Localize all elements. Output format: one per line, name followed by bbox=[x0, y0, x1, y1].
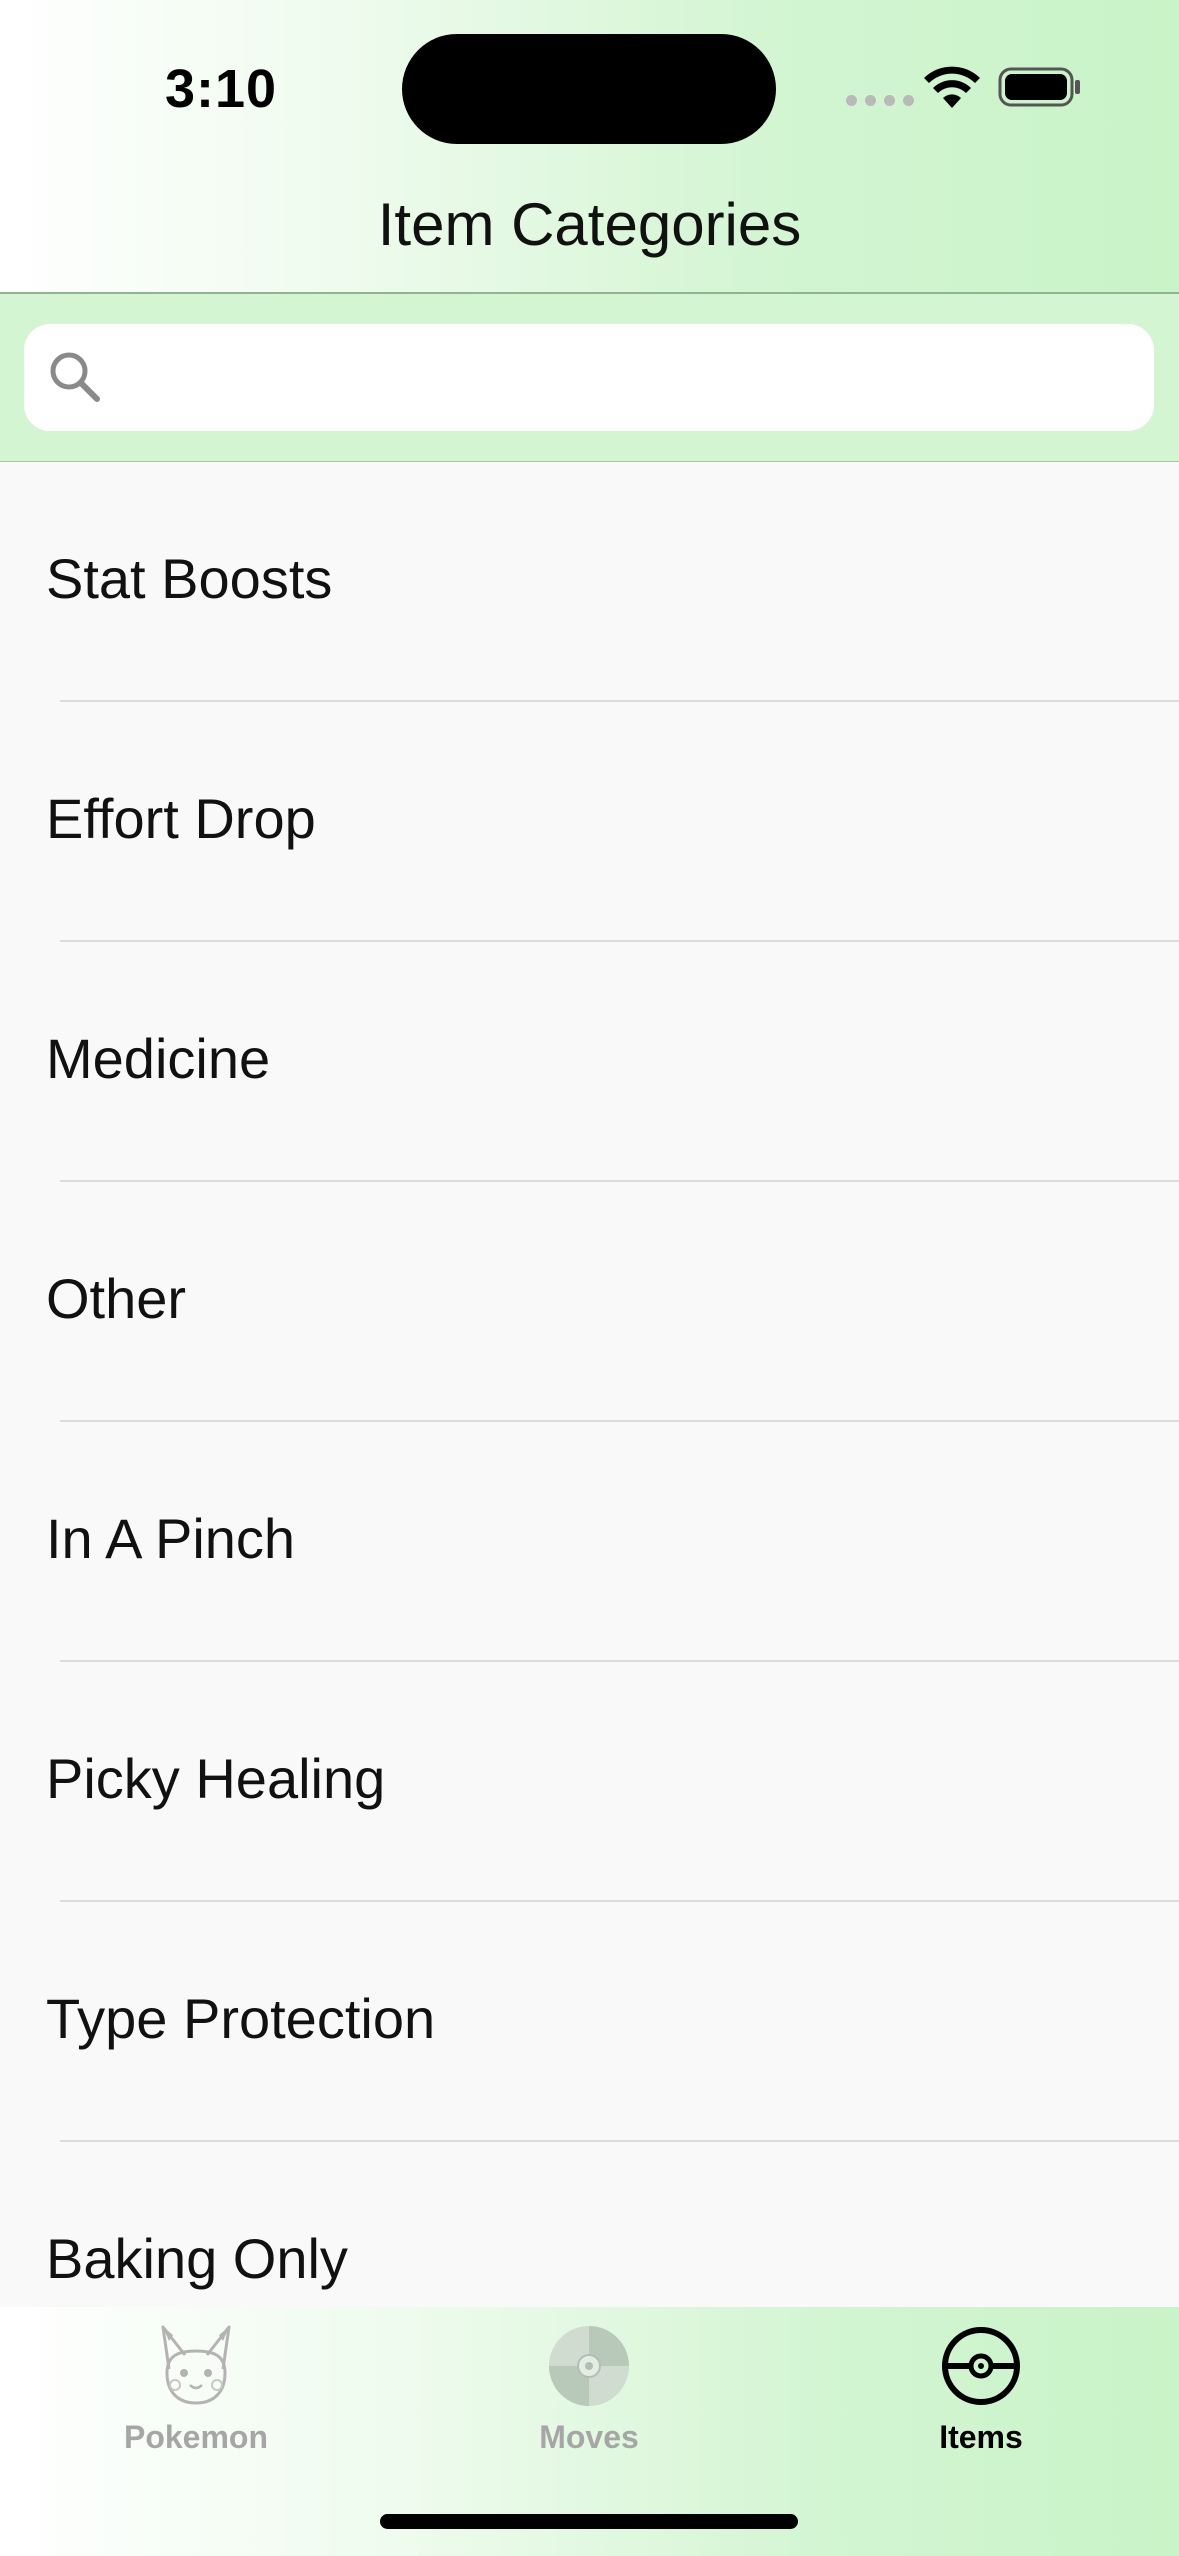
wifi-icon bbox=[924, 66, 980, 108]
search-input[interactable] bbox=[124, 342, 1138, 414]
screen: 3:10 Item Categories Stat Boosts Effort … bbox=[0, 0, 1179, 2556]
battery-icon bbox=[998, 67, 1080, 107]
pikachu-icon bbox=[161, 2325, 231, 2405]
disc-icon bbox=[549, 2326, 629, 2406]
navigation-header: 3:10 Item Categories bbox=[0, 0, 1179, 294]
cellular-signal-icon bbox=[846, 95, 914, 106]
list-item-label: In A Pinch bbox=[46, 1507, 296, 1570]
list-item[interactable]: Type Protection bbox=[0, 1902, 1179, 2142]
tab-pokemon[interactable]: Pokemon bbox=[46, 2321, 346, 2481]
list-item[interactable]: In A Pinch bbox=[0, 1422, 1179, 1662]
list-item[interactable]: Medicine bbox=[0, 942, 1179, 1182]
list-item[interactable]: Baking Only bbox=[0, 2142, 1179, 2307]
search-bar-container bbox=[0, 294, 1179, 463]
list-item-label: Picky Healing bbox=[46, 1747, 386, 1810]
list-item-label: Type Protection bbox=[46, 1987, 436, 2050]
search-field[interactable] bbox=[24, 324, 1154, 431]
home-indicator[interactable] bbox=[380, 2514, 798, 2529]
item-category-list: Stat Boosts Effort Drop Medicine Other I… bbox=[0, 462, 1179, 2307]
list-item[interactable]: Picky Healing bbox=[0, 1662, 1179, 1902]
tab-label-items: Items bbox=[939, 2419, 1023, 2455]
list-item[interactable]: Other bbox=[0, 1182, 1179, 1422]
dynamic-island bbox=[402, 34, 776, 144]
page-title: Item Categories bbox=[377, 191, 802, 258]
list-item-label: Baking Only bbox=[46, 2227, 348, 2290]
list-item-label: Effort Drop bbox=[46, 787, 316, 850]
search-icon bbox=[50, 352, 100, 402]
tab-moves[interactable]: Moves bbox=[439, 2321, 739, 2481]
tab-items[interactable]: Items bbox=[831, 2321, 1131, 2481]
pokeball-icon bbox=[942, 2327, 1020, 2405]
status-time: 3:10 bbox=[165, 59, 278, 119]
list-item-label: Other bbox=[46, 1267, 187, 1330]
tab-label-pokemon: Pokemon bbox=[123, 2419, 269, 2455]
list-item-label: Stat Boosts bbox=[46, 547, 333, 610]
list-item-label: Medicine bbox=[46, 1027, 271, 1090]
tab-label-moves: Moves bbox=[539, 2419, 639, 2455]
list-item[interactable]: Stat Boosts bbox=[0, 462, 1179, 702]
list-item[interactable]: Effort Drop bbox=[0, 702, 1179, 942]
